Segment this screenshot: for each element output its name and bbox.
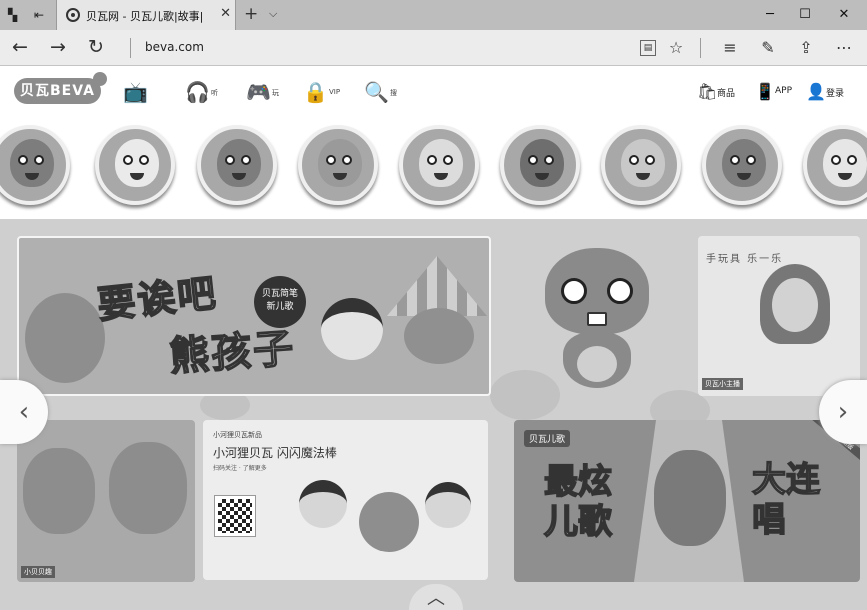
- nav-vip-label: VIP: [329, 88, 341, 96]
- nav-search-label: 搜: [390, 89, 397, 97]
- beaver-mascot-toy[interactable]: [537, 248, 657, 388]
- tab-close-icon[interactable]: ✕: [220, 6, 231, 21]
- banner-main-badge: 贝瓦简笔 新儿歌: [254, 276, 306, 328]
- banner-songs-title-1: 最炫 儿歌: [543, 461, 613, 543]
- banner-magic-desc: 扫码关注 · 了解更多: [213, 465, 267, 472]
- shop-label: 商品: [717, 89, 736, 99]
- banner-songs[interactable]: 贝瓦儿歌 最炫 儿歌 大连 唱 贝瓦儿歌新版: [514, 420, 860, 582]
- site-header: 贝瓦BEVA 📺 🎧 听 🎮 玩 🔒 VIP 🔍 搜 🛍 商品 📱 APP 👤 …: [0, 66, 867, 118]
- chevron-up-icon: ︿: [427, 588, 445, 609]
- banner-main-title-1: 要诶吧: [95, 270, 220, 328]
- character-avatar[interactable]: [95, 125, 175, 205]
- boy-character-image: [425, 482, 471, 528]
- beaver-mascot-image: [25, 293, 105, 383]
- app-label: APP: [775, 86, 793, 96]
- gamepad-icon: 🎮: [246, 80, 271, 104]
- beaver-character-image: [359, 492, 419, 552]
- minimize-button[interactable]: ─: [760, 7, 780, 22]
- banner-stage: 要诶吧 熊孩子 贝瓦简笔 新儿歌 手玩具 乐一乐 贝瓦小主播 小贝贝趣 小河狸贝…: [0, 220, 867, 610]
- tab-title: 贝瓦网 - 贝瓦儿歌|故事|: [86, 10, 204, 23]
- browser-tab-bar: ▚ ⇤ 贝瓦网 - 贝瓦儿歌|故事| ✕ + ⌵ ─ ☐ ✕: [0, 0, 867, 30]
- nav-play-label: 玩: [272, 89, 279, 97]
- tab-list-chevron-icon[interactable]: ⌵: [269, 7, 277, 21]
- back-arrow-icon[interactable]: ←: [12, 37, 28, 57]
- search-icon: 🔍: [364, 80, 389, 104]
- banner-main[interactable]: 要诶吧 熊孩子 贝瓦简笔 新儿歌: [17, 236, 491, 396]
- banner-songs-title-2: 大连 唱: [751, 459, 821, 541]
- character-avatar[interactable]: [702, 125, 782, 205]
- nav-separator: [130, 38, 131, 58]
- banner-bottom-left[interactable]: 小贝贝趣: [17, 420, 195, 582]
- character-avatar[interactable]: [298, 125, 378, 205]
- banner-magic-wand[interactable]: 小河狸贝瓦新品 小河狸贝瓦 闪闪魔法棒 扫码关注 · 了解更多: [203, 420, 488, 580]
- banner-host[interactable]: 手玩具 乐一乐 贝瓦小主播: [698, 236, 860, 396]
- circus-tent-image: [387, 256, 487, 316]
- character-avatar[interactable]: [803, 125, 867, 205]
- character-avatar[interactable]: [197, 125, 277, 205]
- forward-arrow-icon[interactable]: →: [50, 37, 66, 57]
- refresh-icon[interactable]: ↻: [88, 37, 104, 57]
- set-aside-tabs-icon[interactable]: ⇤: [34, 8, 44, 22]
- nav-listen-label: 听: [211, 89, 218, 97]
- phone-icon: 📱: [755, 82, 775, 101]
- girl-character-image: [321, 298, 383, 360]
- user-icon: 👤: [806, 82, 826, 101]
- beaver-image: [23, 448, 95, 534]
- character-avatar[interactable]: [601, 125, 681, 205]
- logo-text: 贝瓦BEVA: [20, 83, 95, 99]
- logo-ear-shape: [92, 72, 107, 86]
- chevron-left-icon: ‹: [18, 397, 30, 427]
- browser-tab-active[interactable]: 贝瓦网 - 贝瓦儿歌|故事| ✕: [56, 0, 236, 30]
- maximize-button[interactable]: ☐: [795, 7, 815, 22]
- window-close-button[interactable]: ✕: [834, 7, 854, 22]
- hub-icon[interactable]: ≡: [720, 38, 740, 58]
- more-icon[interactable]: ⋯: [834, 38, 854, 58]
- new-tab-button[interactable]: +: [244, 4, 258, 24]
- tv-icon: 📺: [123, 80, 148, 104]
- toolbar-separator: [700, 38, 701, 58]
- banner-magic-small-text: 小河狸贝瓦新品: [213, 431, 262, 439]
- site-logo[interactable]: 贝瓦BEVA: [14, 72, 107, 104]
- headphones-icon: 🎧: [185, 80, 210, 104]
- character-avatar[interactable]: [399, 125, 479, 205]
- singing-beaver-image: [654, 450, 726, 546]
- banner-magic-headline: 小河狸贝瓦 闪闪魔法棒: [213, 446, 337, 460]
- web-note-icon[interactable]: ✎: [758, 38, 778, 58]
- login-label: 登录: [826, 89, 845, 99]
- qr-code-image: [214, 495, 256, 537]
- character-carousel: [0, 118, 867, 220]
- beaver-image: [109, 442, 187, 534]
- host-face-shape: [772, 278, 818, 332]
- chevron-right-icon: ›: [837, 397, 849, 427]
- share-icon[interactable]: ⇪: [796, 38, 816, 58]
- banner-songs-tag: 贝瓦儿歌: [524, 430, 571, 447]
- girl-character-image: [299, 480, 347, 528]
- lock-icon: 🔒: [303, 80, 328, 104]
- address-bar[interactable]: beva.com: [145, 40, 204, 54]
- shopping-bag-icon: 🛍: [697, 82, 718, 101]
- favorite-star-icon[interactable]: ☆: [666, 38, 686, 58]
- browser-nav-bar: ← → ↻ beva.com ▤ ☆ ≡ ✎ ⇪ ⋯: [0, 30, 867, 66]
- character-avatar[interactable]: [0, 125, 70, 205]
- beaver-character-image: [404, 308, 474, 364]
- favicon-icon: [66, 8, 80, 22]
- banner-bottom-left-caption: 小贝贝趣: [21, 566, 55, 578]
- character-avatar[interactable]: [500, 125, 580, 205]
- reading-view-icon[interactable]: ▤: [640, 40, 656, 56]
- banner-host-caption: 贝瓦小主播: [702, 378, 743, 390]
- tab-preview-icon[interactable]: ▚: [8, 8, 17, 22]
- banner-host-handwriting: 手玩具 乐一乐: [706, 254, 784, 265]
